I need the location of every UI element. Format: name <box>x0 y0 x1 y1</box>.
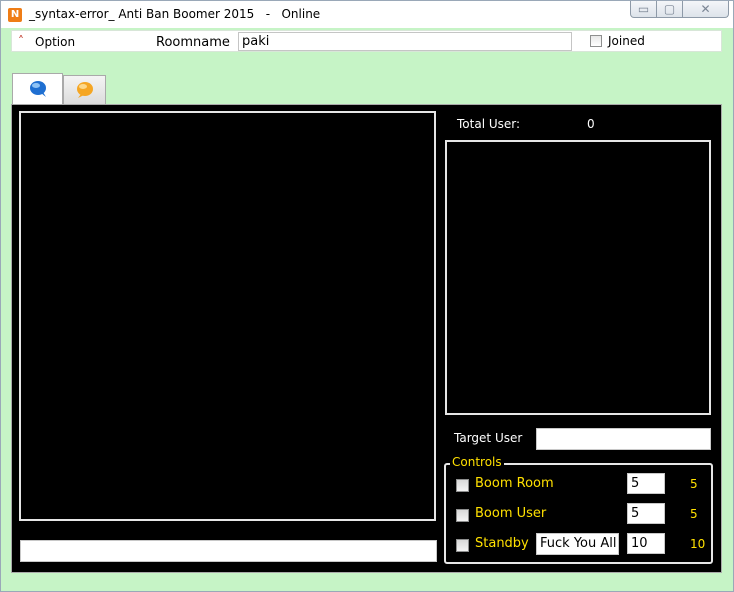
menu-bar: ˄ Option Roomname paki Joined <box>11 30 722 52</box>
roomname-input[interactable]: paki <box>238 32 572 51</box>
tab-chat-orange[interactable] <box>63 75 106 104</box>
user-list[interactable] <box>445 140 711 415</box>
standby-count-input[interactable]: 10 <box>627 533 665 554</box>
roomname-label: Roomname <box>156 35 230 50</box>
boom-room-label: Boom Room <box>475 476 554 491</box>
option-icon[interactable]: ˄ <box>18 35 24 47</box>
standby-count-value: 10 <box>690 537 706 551</box>
target-user-input[interactable] <box>536 428 711 450</box>
boom-room-count-value: 5 <box>690 477 698 491</box>
joined-checkbox[interactable] <box>590 35 602 47</box>
joined-label: Joined <box>608 34 645 48</box>
minimize-button[interactable]: ▭ <box>630 1 657 18</box>
standby-message-input[interactable]: Fuck You All <box>536 533 619 555</box>
total-user-label: Total User: <box>457 117 521 131</box>
option-menu[interactable]: Option <box>35 35 75 49</box>
title-bar: N _syntax-error_ Anti Ban Boomer 2015 - … <box>1 1 733 28</box>
maximize-icon: ▢ <box>663 2 676 16</box>
window-controls: ▭ ▢ ✕ <box>630 1 729 19</box>
standby-label: Standby <box>475 536 529 551</box>
total-user-count: 0 <box>587 117 595 131</box>
boom-user-count-input[interactable]: 5 <box>627 503 665 524</box>
maximize-button[interactable]: ▢ <box>657 1 683 18</box>
controls-legend: Controls <box>450 455 504 470</box>
boom-room-checkbox[interactable] <box>456 479 469 492</box>
boom-user-checkbox[interactable] <box>456 509 469 522</box>
boom-room-count-input[interactable]: 5 <box>627 473 665 494</box>
chat-log[interactable] <box>19 111 436 521</box>
message-input[interactable] <box>20 540 437 562</box>
standby-checkbox[interactable] <box>456 539 469 552</box>
target-user-label: Target User <box>454 431 523 445</box>
app-icon: N <box>8 8 22 22</box>
orange-chat-bubble-icon <box>76 82 93 98</box>
boom-user-count-value: 5 <box>690 507 698 521</box>
window-title: _syntax-error_ Anti Ban Boomer 2015 - On… <box>29 7 321 21</box>
minimize-icon: ▭ <box>637 2 650 16</box>
tab-chat-blue[interactable] <box>12 73 63 104</box>
close-button[interactable]: ✕ <box>683 1 729 18</box>
close-icon: ✕ <box>700 2 711 16</box>
boom-user-label: Boom User <box>475 506 547 521</box>
blue-chat-bubble-icon <box>29 81 46 97</box>
